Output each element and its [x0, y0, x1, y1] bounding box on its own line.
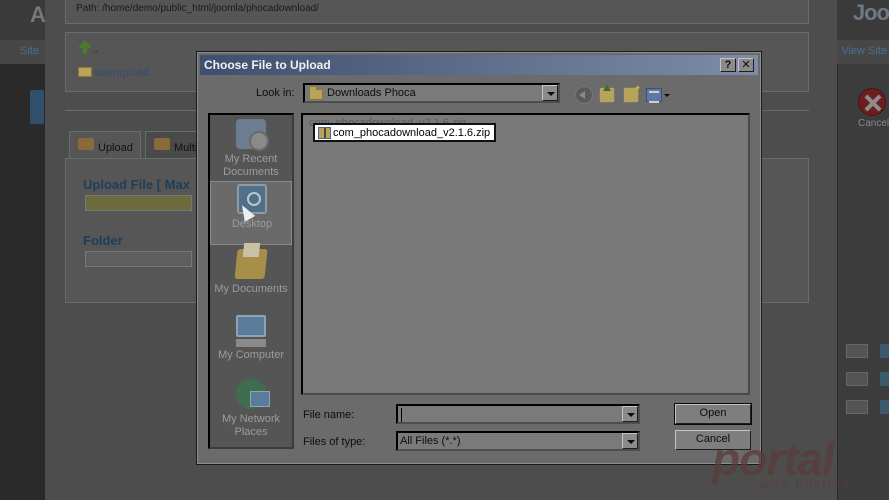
- right-toolbar-area: [838, 64, 889, 500]
- folder-link-userupload[interactable]: userupload: [95, 67, 149, 79]
- views-menu-icon[interactable]: [646, 88, 662, 103]
- dialog-titlebar[interactable]: Choose File to Upload ? ✕: [200, 55, 758, 75]
- parent-directory-link[interactable]: ..: [93, 44, 99, 55]
- multiple-upload-icon: [154, 138, 170, 150]
- joomla-logo: Joo: [852, 0, 889, 25]
- zip-file-icon: [318, 127, 331, 139]
- network-places-icon: [236, 379, 270, 409]
- tab-upload[interactable]: Upload: [69, 131, 141, 159]
- my-computer-icon: [236, 315, 266, 347]
- right-field-button: [880, 400, 889, 414]
- files-of-type-label: Files of type:: [303, 436, 366, 448]
- chevron-down-icon[interactable]: [622, 406, 638, 422]
- text-caret: [401, 408, 402, 422]
- chevron-down-icon[interactable]: [622, 433, 638, 449]
- menu-site-link[interactable]: Site: [20, 45, 39, 57]
- place-label: My Computer: [217, 349, 285, 361]
- right-field: [846, 344, 868, 358]
- file-item-selected[interactable]: com_phocadownload_v2.1.6.zip: [313, 123, 497, 142]
- tab-multiple-upload[interactable]: Multi: [145, 131, 200, 159]
- recent-documents-icon: [236, 119, 269, 151]
- file-item-name: com_phocadownload_v2.1.6.zip: [333, 127, 491, 139]
- folder-name-input[interactable]: [85, 251, 192, 267]
- help-button[interactable]: ?: [720, 58, 736, 72]
- file-name-label: File name:: [303, 409, 355, 421]
- right-field-button: [880, 372, 889, 386]
- watermark-tagline: web hosting: [760, 476, 852, 491]
- tab-multi-label: Multi: [174, 142, 198, 154]
- toolbar-icon-left: [30, 90, 44, 124]
- place-label: Desktop: [231, 218, 273, 230]
- folder-icon: [78, 67, 92, 77]
- views-dropdown-arrow-icon[interactable]: [664, 94, 670, 97]
- tab-upload-label: Upload: [98, 142, 133, 154]
- place-label: My Documents: [214, 283, 288, 295]
- file-name-input[interactable]: [396, 404, 640, 424]
- folder-icon: [309, 86, 323, 100]
- folder-heading: Folder: [83, 233, 123, 248]
- my-documents-icon: [234, 249, 268, 279]
- back-icon[interactable]: [575, 86, 593, 104]
- view-site-link[interactable]: View Site: [841, 45, 887, 57]
- choose-file-dialog: Choose File to Upload ? ✕ Look in: Downl…: [197, 52, 761, 464]
- look-in-value: Downloads Phoca: [327, 87, 416, 99]
- close-button[interactable]: ✕: [738, 58, 754, 72]
- place-my-documents[interactable]: My Documents: [210, 247, 292, 311]
- right-field-button: [880, 344, 889, 358]
- place-my-recent-documents[interactable]: My Recent Documents: [210, 117, 292, 181]
- look-in-label: Look in:: [256, 87, 295, 99]
- cancel-toolbar-label: Cancel: [858, 118, 889, 129]
- place-label: My Recent Documents: [223, 153, 279, 178]
- places-bar: My Recent Documents Desktop My Documents…: [208, 113, 294, 449]
- files-of-type-value: All Files (*.*): [400, 435, 461, 447]
- dialog-title: Choose File to Upload: [204, 58, 331, 72]
- open-button[interactable]: Open: [674, 403, 752, 425]
- upload-icon: [78, 138, 94, 150]
- file-list[interactable]: com_phocadownload_v2.1.6.zip com_phocado…: [301, 113, 750, 395]
- upload-file-input[interactable]: [85, 195, 192, 211]
- admin-logo: A: [30, 2, 46, 27]
- upload-file-heading: Upload File [ Max: [83, 177, 190, 192]
- up-directory-icon[interactable]: [78, 40, 92, 54]
- right-field: [846, 400, 868, 414]
- up-one-level-icon[interactable]: [599, 84, 615, 103]
- look-in-dropdown[interactable]: Downloads Phoca: [303, 83, 560, 103]
- right-field: [846, 372, 868, 386]
- place-my-computer[interactable]: My Computer: [210, 313, 292, 377]
- cancel-toolbar-icon[interactable]: [858, 88, 886, 116]
- new-folder-icon[interactable]: [623, 83, 641, 103]
- place-my-network-places[interactable]: My Network Places: [210, 377, 292, 441]
- chevron-down-icon[interactable]: [542, 85, 558, 101]
- place-label: My Network Places: [221, 413, 281, 438]
- files-of-type-dropdown[interactable]: All Files (*.*): [396, 431, 640, 451]
- upload-path: Path: /home/demo/public_html/joomla/phoc…: [76, 3, 319, 14]
